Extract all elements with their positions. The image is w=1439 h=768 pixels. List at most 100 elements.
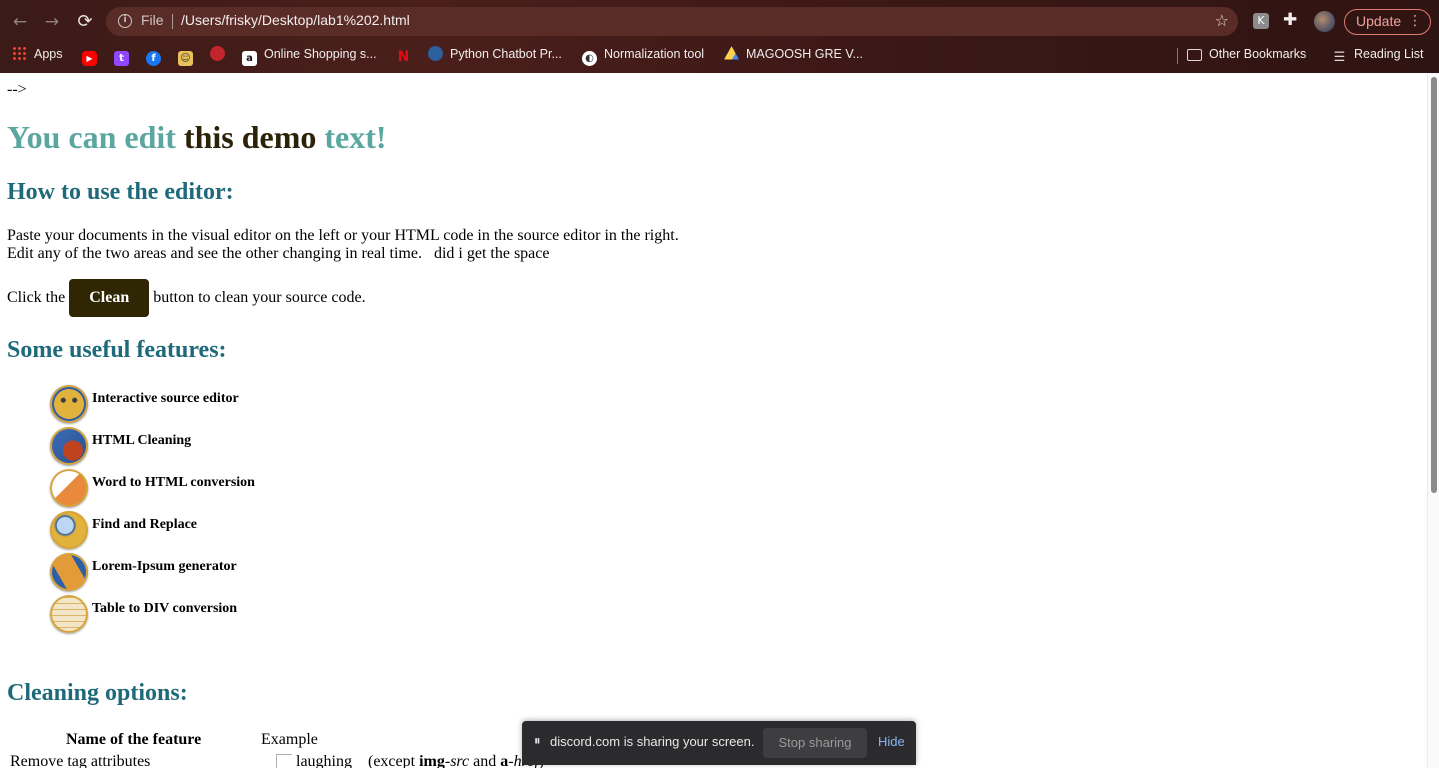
page-scrollbar[interactable] <box>1427 73 1439 768</box>
folder-icon <box>1187 49 1202 61</box>
scheme-label: File <box>141 12 164 28</box>
bookmark-label: Normalization tool <box>604 47 705 61</box>
instructions-paragraph: Paste your documents in the visual edito… <box>7 227 679 263</box>
list-item: Table to DIV conversion <box>50 594 350 636</box>
bookmark-twitch[interactable]: t <box>114 45 136 66</box>
bookmark-character[interactable]: ☺ <box>178 45 200 66</box>
bookmark-apps[interactable]: Apps <box>12 45 63 63</box>
apple-icon <box>210 46 225 61</box>
feature-label: Find and Replace <box>92 517 198 532</box>
extensions-puzzle-icon[interactable]: ✚ <box>1283 10 1297 30</box>
papyrus-icon <box>50 553 88 591</box>
profile-avatar[interactable] <box>1314 11 1335 32</box>
scrollbar-thumb[interactable] <box>1431 77 1437 493</box>
list-item: Lorem-Ipsum generator <box>50 552 350 594</box>
feature-label: HTML Cleaning <box>92 433 192 448</box>
address-bar[interactable]: i File /Users/frisky/Desktop/lab1%202.ht… <box>106 7 1238 36</box>
netflix-icon: N <box>397 49 410 65</box>
page-title: You can edit this demo text! <box>7 119 387 156</box>
bookmark-netflix[interactable]: N <box>396 45 418 65</box>
bookmark-magoosh[interactable]: MAGOOSH GRE V... <box>724 45 863 63</box>
clean-instruction: Click the Clean button to clean your sourc… <box>7 279 366 317</box>
stop-sharing-button[interactable]: Stop sharing <box>763 728 867 758</box>
address-separator <box>172 14 173 29</box>
url-text[interactable]: /Users/frisky/Desktop/lab1%202.html <box>181 12 410 28</box>
feature-label: Table to DIV conversion <box>92 601 238 616</box>
extension-k-icon[interactable]: K <box>1253 13 1269 29</box>
amazon-icon: a <box>242 51 257 66</box>
drive-icon <box>724 46 739 60</box>
table-arrow-icon <box>50 595 88 633</box>
example-prefix: (except <box>368 753 420 768</box>
list-item: HTML Cleaning <box>50 426 350 468</box>
facebook-icon: f <box>146 51 161 66</box>
bookmark-apple[interactable] <box>210 45 232 63</box>
bookmark-star-icon[interactable]: ☆ <box>1215 11 1229 30</box>
list-item: Find and Replace <box>50 510 350 552</box>
reading-list-label: Reading List <box>1354 47 1424 61</box>
twitch-icon: t <box>114 51 129 66</box>
character-icon: ☺ <box>178 51 193 66</box>
globe-icon: ◐ <box>582 51 597 66</box>
reload-button[interactable]: ⟳ <box>73 10 97 34</box>
word-icon <box>50 469 88 507</box>
other-bookmarks-label: Other Bookmarks <box>1209 47 1307 61</box>
image-alt-text: laughing <box>296 753 352 768</box>
apps-grid-icon <box>12 46 27 61</box>
title-part-3: text! <box>316 119 387 155</box>
clean-suffix: button to clean your source code. <box>153 289 366 306</box>
share-message: discord.com is sharing your screen. <box>550 734 755 749</box>
howto-heading: How to use the editor: <box>7 179 234 205</box>
back-button[interactable]: ← <box>8 10 32 34</box>
other-bookmarks[interactable]: Other Bookmarks <box>1187 45 1306 63</box>
clean-button[interactable]: Clean <box>69 279 150 317</box>
bookmark-label: Online Shopping s... <box>264 47 377 61</box>
menu-dots-icon: ⋮ <box>1408 13 1422 29</box>
feature-label: Word to HTML conversion <box>92 475 255 490</box>
feature-label: Lorem-Ipsum generator <box>92 559 237 574</box>
comment-leftover-text: --> <box>7 81 27 98</box>
instructions-line-1: Paste your documents in the visual edito… <box>7 227 679 244</box>
table-header-name: Name of the feature <box>66 731 202 748</box>
features-list: Interactive source editor HTML Cleaning … <box>50 384 350 636</box>
title-part-1: You can edit <box>7 119 184 155</box>
bookmark-label: MAGOOSH GRE V... <box>746 47 863 61</box>
bookmark-online-shopping[interactable]: a Online Shopping s... <box>242 45 377 66</box>
page-content: --> You can edit this demo text! How to … <box>0 73 1427 768</box>
bookmark-python-chatbot[interactable]: Python Chatbot Pr... <box>428 45 562 63</box>
example-src: -src <box>444 753 470 768</box>
list-item: Interactive source editor <box>50 384 350 426</box>
youtube-icon: ▶ <box>82 51 97 66</box>
broken-image-icon <box>276 754 292 768</box>
bookmarks-separator <box>1177 48 1178 64</box>
feature-label: Interactive source editor <box>92 391 239 406</box>
pause-icon: ⏸ <box>534 734 541 749</box>
info-icon[interactable]: i <box>118 14 132 28</box>
bookmark-label: Apps <box>34 47 63 61</box>
cleaning-heading: Cleaning options: <box>7 680 188 706</box>
reading-list-icon: ☰ <box>1333 50 1346 65</box>
forward-button[interactable]: → <box>40 10 64 34</box>
table-header-example: Example <box>261 731 318 748</box>
broom-bucket-icon <box>50 427 88 465</box>
update-label: Update <box>1356 13 1402 29</box>
site-icon <box>428 46 443 61</box>
example-mid: and <box>469 753 501 768</box>
bookmark-facebook[interactable]: f <box>146 45 168 66</box>
bookmarks-bar: Apps ▶ t f ☺ a Online Shopping s... N Pyt… <box>0 41 1439 67</box>
table-cell-feature: Remove tag attributes <box>10 753 151 768</box>
instructions-line-2: Edit any of the two areas and see the ot… <box>7 245 550 262</box>
example-img: img <box>419 753 445 768</box>
list-item: Word to HTML conversion <box>50 468 350 510</box>
clean-prefix: Click the <box>7 289 66 306</box>
table-cell-example: (except img-src and a-href) <box>368 753 544 768</box>
features-heading: Some useful features: <box>7 337 227 363</box>
bookmark-normalization-tool[interactable]: ◐ Normalization tool <box>582 45 705 66</box>
bookmark-youtube[interactable]: ▶ <box>82 45 104 66</box>
hide-button[interactable]: Hide <box>878 734 905 749</box>
screen-share-bar: ⏸ discord.com is sharing your screen. St… <box>522 721 916 765</box>
update-button[interactable]: Update ⋮ <box>1344 9 1431 35</box>
title-part-2: this demo <box>183 119 317 155</box>
magnifier-icon <box>50 511 88 549</box>
reading-list[interactable]: ☰ Reading List <box>1332 45 1424 65</box>
